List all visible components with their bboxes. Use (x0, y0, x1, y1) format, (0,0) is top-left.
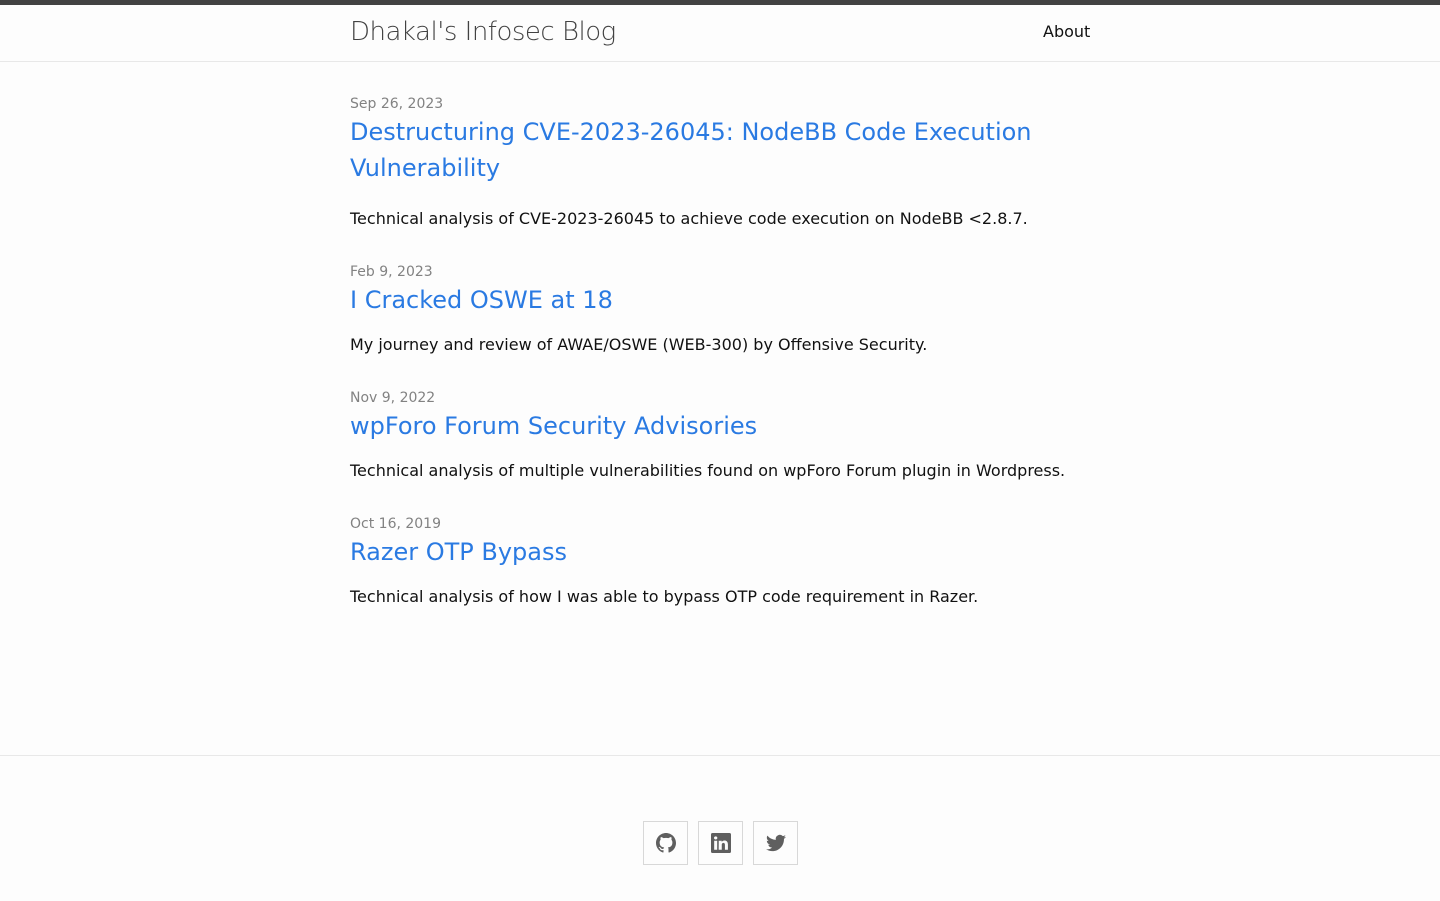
post-date: Feb 9, 2023 (350, 264, 433, 280)
site-title-link[interactable]: Dhakal's Infosec Blog (350, 15, 616, 49)
post-date: Nov 9, 2022 (350, 390, 436, 406)
github-button[interactable] (643, 821, 688, 865)
github-icon (655, 833, 676, 853)
twitter-icon (765, 834, 786, 852)
social-links (643, 821, 798, 865)
twitter-button[interactable] (753, 821, 798, 865)
linkedin-icon (710, 833, 731, 853)
post-item: Oct 16, 2019 Razer OTP Bypass Technical … (350, 514, 1090, 608)
post-excerpt: Technical analysis of multiple vulnerabi… (350, 461, 1066, 480)
nav-about-link[interactable]: About (1043, 21, 1090, 43)
post-title-link[interactable]: wpForo Forum Security Advisories (350, 408, 1090, 444)
post-title-link[interactable]: Razer OTP Bypass (350, 534, 1090, 570)
site-footer (0, 755, 1440, 901)
post-excerpt: Technical analysis of how I was able to … (350, 587, 979, 606)
post-list: Sep 26, 2023 Destructuring CVE-2023-2604… (350, 62, 1090, 608)
post-date: Sep 26, 2023 (350, 96, 444, 112)
post-excerpt: My journey and review of AWAE/OSWE (WEB-… (350, 335, 928, 354)
site-header: Dhakal's Infosec Blog About (0, 5, 1440, 62)
linkedin-button[interactable] (698, 821, 743, 865)
post-title-link[interactable]: I Cracked OSWE at 18 (350, 282, 1090, 318)
post-title-link[interactable]: Destructuring CVE-2023-26045: NodeBB Cod… (350, 114, 1090, 186)
post-item: Feb 9, 2023 I Cracked OSWE at 18 My jour… (350, 262, 1090, 356)
post-excerpt: Technical analysis of CVE-2023-26045 to … (350, 209, 1028, 228)
post-item: Nov 9, 2022 wpForo Forum Security Adviso… (350, 388, 1090, 482)
post-item: Sep 26, 2023 Destructuring CVE-2023-2604… (350, 94, 1090, 230)
post-date: Oct 16, 2019 (350, 516, 441, 532)
